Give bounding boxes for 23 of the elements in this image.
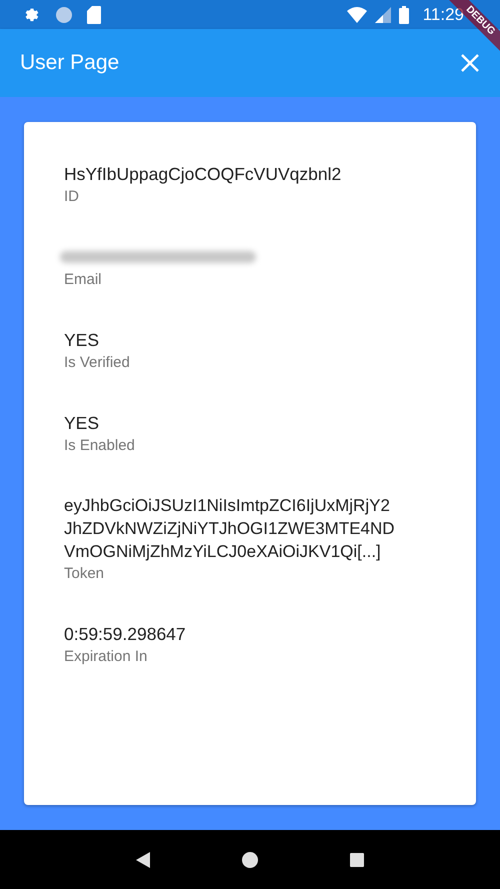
field-label: Expiration In xyxy=(64,647,148,667)
field-value: 0:59:59.298647 xyxy=(64,623,187,646)
field-value: YES xyxy=(64,412,100,435)
field-label: Is Verified xyxy=(64,353,131,373)
gear-icon xyxy=(23,6,41,24)
field-label: Email xyxy=(64,270,103,290)
field-value: YES xyxy=(64,329,100,352)
signal-icon xyxy=(374,6,391,22)
field-value: eyJhbGciOiJSUzI1NiIsImtpZCI6IjUxMjRjY2 JhZDVkNWZiZjNiYTJhOGI1ZWE3MTE4ND VmOGNiMjZhMzYiLCJ0eXAiOiJKV1Qi[...] xyxy=(64,495,396,563)
home-icon[interactable] xyxy=(242,852,258,868)
circle-icon xyxy=(55,6,73,24)
field-label: Is Enabled xyxy=(64,436,136,456)
sd-card-icon xyxy=(87,6,101,24)
recents-icon[interactable] xyxy=(350,852,364,866)
field-label: Token xyxy=(64,564,106,584)
close-icon[interactable] xyxy=(461,54,479,72)
field-label: ID xyxy=(64,187,80,207)
field-value: HsYfIbUppagCjoCOQFcVUVqzbnl2 xyxy=(64,163,342,186)
page-title: User Page xyxy=(20,51,120,75)
wifi-icon xyxy=(346,6,367,22)
battery-icon xyxy=(398,6,409,24)
clock-time: 11:29 xyxy=(422,4,464,24)
back-icon[interactable] xyxy=(136,852,150,868)
